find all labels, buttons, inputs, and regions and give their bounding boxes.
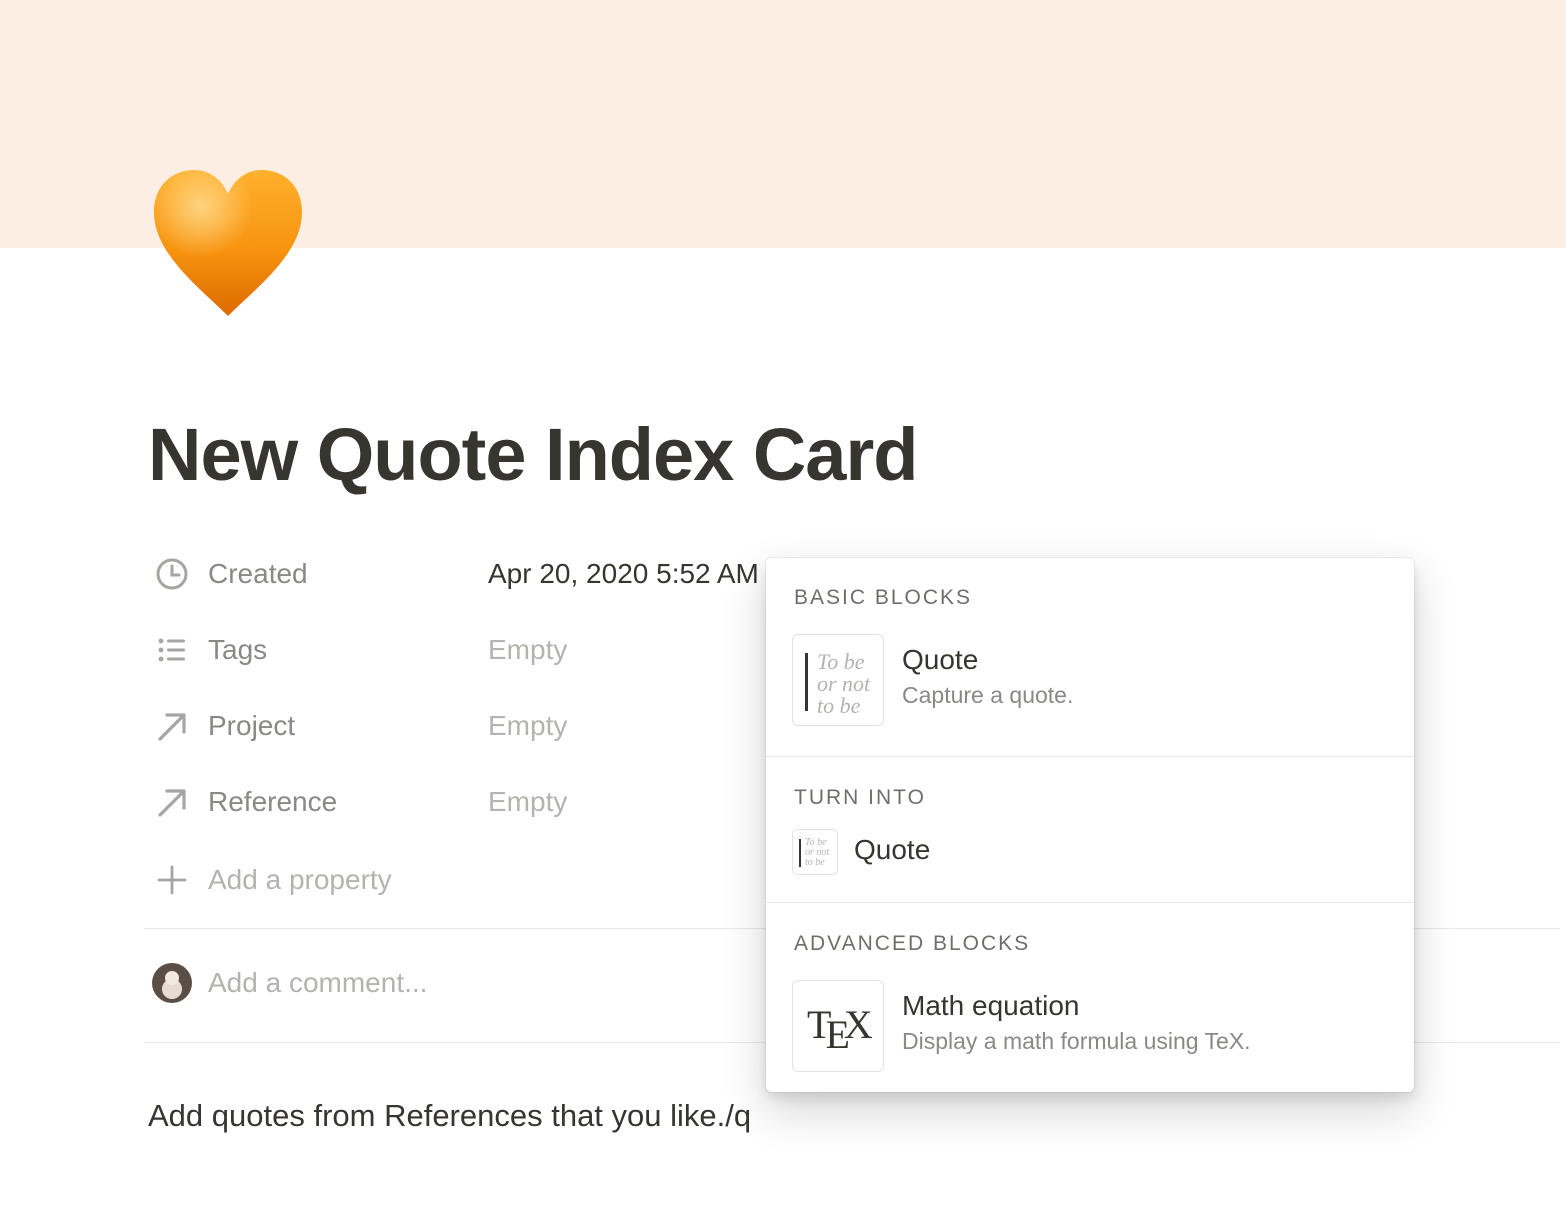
property-row-created[interactable]: Created Apr 20, 2020 5:52 AM xyxy=(148,546,788,602)
orange-heart-icon[interactable] xyxy=(150,166,306,322)
arrow-up-right-icon xyxy=(148,778,196,826)
comment-row[interactable]: Add a comment... xyxy=(148,958,748,1008)
section-header-advanced-blocks: ADVANCED BLOCKS xyxy=(794,932,1031,955)
plus-icon xyxy=(148,856,196,904)
menu-item-title: Quote xyxy=(854,834,931,865)
property-value[interactable]: Empty xyxy=(488,786,567,818)
quote-thumbnail-text: To be or not to be xyxy=(817,649,871,718)
section-header-turn-into: TURN INTO xyxy=(794,786,926,809)
list-icon xyxy=(148,626,196,674)
menu-item-description: Capture a quote. xyxy=(902,682,1074,708)
property-value[interactable]: Empty xyxy=(488,710,567,742)
quote-thumbnail-icon: To be or not to be xyxy=(792,829,838,875)
tex-icon: TEX xyxy=(792,980,884,1072)
property-label: Tags xyxy=(208,634,268,665)
notion-page: New Quote Index Card Created Apr 20, 202… xyxy=(0,0,1566,1224)
arrow-up-right-icon xyxy=(148,702,196,750)
property-label: Created xyxy=(208,558,308,589)
menu-item-turn-into-quote[interactable]: To be or not to be Quote xyxy=(792,828,1392,876)
menu-item-title: Math equation xyxy=(902,990,1080,1021)
add-property-button[interactable]: Add a property xyxy=(148,852,788,908)
clock-icon xyxy=(148,550,196,598)
property-row-tags[interactable]: Tags Empty xyxy=(148,622,788,678)
property-row-reference[interactable]: Reference Empty xyxy=(148,774,788,830)
menu-divider xyxy=(766,756,1414,757)
text-block[interactable]: Add quotes from References that you like… xyxy=(148,1098,751,1134)
property-value[interactable]: Empty xyxy=(488,634,567,666)
avatar xyxy=(152,963,192,1003)
section-header-basic-blocks: BASIC BLOCKS xyxy=(794,586,973,609)
property-label: Project xyxy=(208,710,296,741)
add-property-label: Add a property xyxy=(208,864,392,895)
menu-divider xyxy=(766,902,1414,903)
comment-input[interactable]: Add a comment... xyxy=(208,967,427,999)
property-value[interactable]: Apr 20, 2020 5:52 AM xyxy=(488,558,759,590)
quote-thumbnail-icon: To be or not to be xyxy=(792,634,884,726)
quote-thumbnail-text: To be or not to be xyxy=(805,837,830,868)
menu-item-math-equation[interactable]: TEX Math equation Display a math formula… xyxy=(792,978,1392,1074)
property-label: Reference xyxy=(208,786,338,817)
slash-command-menu: BASIC BLOCKS To be or not to be Quote Ca… xyxy=(766,558,1414,1092)
menu-item-description: Display a math formula using TeX. xyxy=(902,1028,1251,1054)
page-title[interactable]: New Quote Index Card xyxy=(148,412,918,497)
property-row-project[interactable]: Project Empty xyxy=(148,698,788,754)
menu-item-title: Quote xyxy=(902,644,979,675)
menu-item-quote[interactable]: To be or not to be Quote Capture a quote… xyxy=(792,632,1392,728)
